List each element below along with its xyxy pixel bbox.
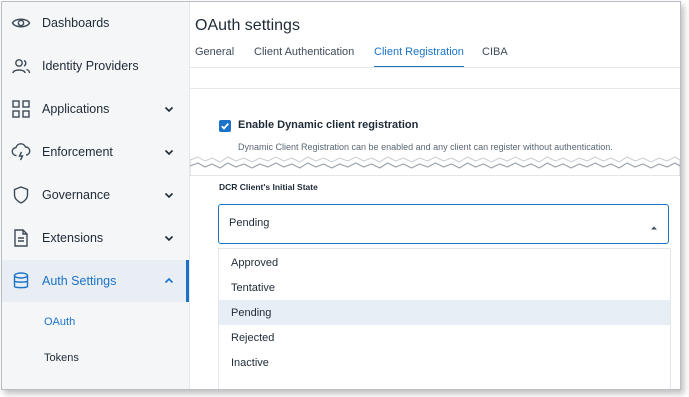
- option-label: Pending: [231, 307, 272, 319]
- option-label: Approved: [231, 257, 279, 269]
- sidebar-subitem-label: OAuth: [44, 316, 76, 328]
- sidebar-item-auth-settings[interactable]: Auth Settings: [2, 260, 189, 302]
- chevron-down-icon: [162, 102, 176, 116]
- sidebar-item-applications[interactable]: Applications: [2, 88, 189, 130]
- tab-client-registration[interactable]: Client Registration: [374, 46, 464, 68]
- tab-client-authentication[interactable]: Client Authentication: [254, 46, 354, 66]
- chevron-down-icon: [162, 188, 176, 202]
- chevron-down-icon: [162, 145, 176, 159]
- option-label: Inactive: [231, 357, 269, 369]
- dcr-initial-state-select[interactable]: Pending: [218, 204, 669, 244]
- sidebar-item-identity-providers[interactable]: Identity Providers: [2, 45, 189, 87]
- checkmark-icon: [221, 122, 229, 130]
- eye-icon: [10, 12, 32, 34]
- enable-dcr-help-text: Dynamic Client Registration can be enabl…: [238, 142, 613, 152]
- sidebar: Dashboards Identity Providers Applicatio…: [2, 2, 190, 389]
- cloud-lightning-icon: [10, 141, 32, 163]
- sidebar-item-label: Auth Settings: [42, 274, 117, 288]
- option-label: Rejected: [231, 332, 275, 344]
- shield-icon: [10, 184, 32, 206]
- option-rejected[interactable]: Rejected: [219, 325, 670, 350]
- dcr-initial-state-label: DCR Client's Initial State: [219, 182, 318, 192]
- select-value: Pending: [229, 217, 270, 229]
- enable-dcr-checkbox[interactable]: [219, 120, 231, 132]
- database-icon: [10, 270, 32, 292]
- dcr-initial-state-options: Approved Tentative Pending Rejected Inac…: [218, 248, 671, 389]
- option-inactive[interactable]: Inactive: [219, 350, 670, 375]
- sidebar-item-label: Extensions: [42, 231, 104, 245]
- tabs-divider: [190, 67, 680, 68]
- torn-edge-divider: [190, 156, 680, 176]
- sidebar-subitem-tokens[interactable]: Tokens: [2, 342, 189, 374]
- chevron-down-icon: [162, 231, 176, 245]
- sidebar-item-label: Enforcement: [42, 145, 113, 159]
- active-indicator: [186, 260, 189, 302]
- option-label: Tentative: [231, 282, 276, 294]
- caret-up-icon: [650, 219, 658, 230]
- option-pending[interactable]: Pending: [219, 300, 670, 325]
- sidebar-subitem-label: Tokens: [44, 352, 79, 364]
- option-approved[interactable]: Approved: [219, 250, 670, 275]
- enable-dcr-label: Enable Dynamic client registration: [238, 119, 419, 131]
- tab-ciba[interactable]: CIBA: [482, 46, 508, 66]
- sidebar-item-label: Applications: [42, 102, 110, 116]
- sidebar-item-label: Governance: [42, 188, 111, 202]
- sidebar-item-enforcement[interactable]: Enforcement: [2, 131, 189, 173]
- app-window: Dashboards Identity Providers Applicatio…: [1, 1, 681, 390]
- sidebar-subitem-oauth[interactable]: OAuth: [2, 306, 189, 338]
- document-icon: [10, 227, 32, 249]
- sidebar-item-dashboards[interactable]: Dashboards: [2, 2, 189, 44]
- option-tentative[interactable]: Tentative: [219, 275, 670, 300]
- grid-icon: [10, 98, 32, 120]
- users-icon: [10, 55, 32, 77]
- sidebar-item-extensions[interactable]: Extensions: [2, 217, 189, 259]
- page-title: OAuth settings: [195, 17, 300, 34]
- sidebar-item-governance[interactable]: Governance: [2, 174, 189, 216]
- tab-general[interactable]: General: [195, 46, 234, 66]
- main-content: OAuth settings General Client Authentica…: [190, 2, 680, 389]
- sidebar-item-label: Dashboards: [42, 16, 110, 30]
- chevron-up-icon: [162, 274, 176, 288]
- sidebar-item-label: Identity Providers: [42, 59, 139, 73]
